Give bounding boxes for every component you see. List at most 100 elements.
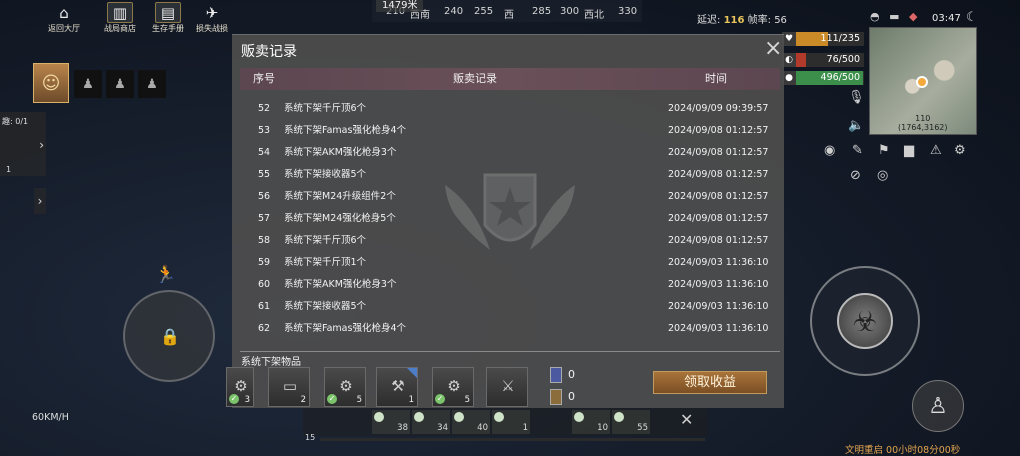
delisted-item-slot[interactable]: ⚔: [486, 367, 528, 407]
expand-arrow-icon: ›: [37, 194, 43, 208]
status-icons: ◓ ▬ ◆: [870, 10, 917, 23]
quest-count: 1: [6, 165, 12, 174]
row-no: 55: [257, 169, 271, 180]
gear-slot-icon: [454, 412, 464, 422]
table-row: 52 系统下架千斤顶6个 2024/09/09 09:39:57: [240, 98, 780, 120]
row-no: 60: [257, 279, 271, 290]
quest-progress: 趣: 0/1: [2, 117, 29, 126]
hotbar-slot[interactable]: 55: [612, 410, 650, 434]
row-record: 系统下架千斤顶1个: [284, 257, 367, 268]
gear-slot-icon: [374, 412, 384, 422]
match-shop-button[interactable]: ▥ 战局商店: [98, 0, 142, 34]
fps-label: 帧率:: [747, 15, 771, 26]
table-row: 58 系统下架千斤顶6个 2024/09/08 01:12:57: [240, 230, 780, 252]
row-record: 系统下架Famas强化枪身4个: [284, 323, 406, 334]
crouch-icon: ♙: [928, 393, 948, 419]
gun-part-icon: ⚒: [391, 377, 405, 395]
wing-icon: ✈: [205, 3, 219, 22]
fps-value: 56: [774, 15, 787, 26]
manual-icon: ▤: [155, 2, 181, 23]
speaker-icon[interactable]: 🔈: [848, 118, 864, 133]
badge-icon: ◆: [909, 10, 918, 23]
row-record: 系统下架AKM强化枪身3个: [284, 279, 397, 290]
hotbar-slot[interactable]: 40: [452, 410, 490, 434]
experience-bar: [320, 438, 705, 441]
food-fill: [796, 53, 806, 67]
sales-record-list[interactable]: 52 系统下架千斤顶6个 2024/09/09 09:39:57 53 系统下架…: [240, 95, 780, 347]
compass-tick: 330: [618, 6, 638, 17]
delisted-item-slot[interactable]: ⚒ 1: [376, 367, 418, 407]
player-avatar[interactable]: ☺: [33, 63, 69, 103]
water-bar: ● 496/500: [782, 71, 864, 85]
health-bar: ♥ 111/235: [782, 32, 864, 46]
row-time: 2024/09/08 01:12:57: [668, 169, 769, 180]
row-no: 53: [257, 125, 271, 136]
crouch-button[interactable]: ♙: [912, 380, 964, 432]
microphone-icon[interactable]: 🎙: [848, 90, 865, 105]
bullet-icon[interactable]: ✎: [852, 143, 863, 158]
flag-icon[interactable]: ⚑: [878, 143, 890, 158]
survival-manual-button[interactable]: ▤ 生存手册: [146, 0, 190, 34]
teammate-slot[interactable]: ♟: [74, 70, 102, 98]
row-time: 2024/09/08 01:12:57: [668, 213, 769, 224]
delisted-items-label: 系统下架物品: [241, 357, 301, 368]
warning-icon[interactable]: ⚠: [930, 143, 942, 158]
row-record: 系统下架Famas强化枪身4个: [284, 125, 406, 136]
row-record: 系统下架M24强化枪身5个: [284, 213, 396, 224]
hotbar-slot[interactable]: 38: [372, 410, 410, 434]
collapse-tab[interactable]: ›: [34, 188, 46, 214]
loss-record-button[interactable]: ✈ 损失战损: [190, 0, 234, 34]
row-record: 系统下架M24升级组件2个: [284, 191, 396, 202]
row-time: 2024/09/03 11:36:10: [668, 257, 769, 268]
latency-label: 延迟:: [697, 15, 721, 26]
column-header-record: 贩卖记录: [453, 72, 497, 85]
delisted-item-slot[interactable]: ⚙ ✓ 3: [226, 367, 254, 407]
close-button[interactable]: ×: [764, 38, 782, 60]
row-time: 2024/09/08 01:12:57: [668, 235, 769, 246]
settings-gear-icon[interactable]: ⚙: [954, 143, 966, 158]
hotbar-slot[interactable]: 1: [492, 410, 530, 434]
health-value: 111/235: [820, 33, 860, 44]
delisted-item-slot[interactable]: ▭ 2: [268, 367, 310, 407]
gun-part-icon: ⚙: [447, 377, 461, 395]
no-ride-icon[interactable]: ⊘: [850, 168, 861, 183]
coin-amount: 0: [568, 390, 575, 403]
back-to-lobby-button[interactable]: ⌂ 返回大厅: [42, 0, 86, 34]
fire-joystick[interactable]: ☣: [810, 266, 920, 376]
location-icon[interactable]: ◎: [877, 168, 888, 183]
tank-icon[interactable]: ▆: [904, 143, 914, 158]
row-record: 系统下架千斤顶6个: [284, 235, 367, 246]
sprint-icon[interactable]: 🏃: [155, 265, 176, 285]
hotbar-slot[interactable]: 10: [572, 410, 610, 434]
delisted-item-slot[interactable]: ⚙ ✓ 5: [324, 367, 366, 407]
move-joystick[interactable]: 🔒: [123, 290, 215, 382]
minimap[interactable]: 110 (1764,3162): [869, 27, 977, 135]
food-bar: ◐ 76/500: [782, 53, 864, 67]
add-teammate-icon: ♟: [114, 76, 126, 92]
crossed-tools-icon[interactable]: ✕: [680, 410, 693, 429]
helmet-icon: ◓: [870, 10, 880, 23]
row-record: 系统下架接收器5个: [284, 301, 367, 312]
survival-manual-label: 生存手册: [152, 24, 184, 33]
table-row: 62 系统下架Famas强化枪身4个 2024/09/03 11:36:10: [240, 318, 780, 340]
latency-value: 116: [723, 15, 745, 26]
teammate-slot[interactable]: ♟: [106, 70, 134, 98]
civilization-restart-timer: 文明重启 00小时08分00秒: [845, 445, 961, 456]
clock: 03:47: [932, 13, 961, 24]
row-time: 2024/09/03 11:36:10: [668, 323, 769, 334]
mask-icon[interactable]: ◉: [824, 143, 835, 158]
delisted-item-slot[interactable]: ⚙ ✓ 5: [432, 367, 474, 407]
row-record: 系统下架AKM强化枪身3个: [284, 147, 397, 158]
quest-tab[interactable]: 趣: 0/1 1 ›: [0, 112, 46, 176]
row-no: 52: [257, 103, 271, 114]
player-level: 15: [305, 433, 316, 442]
teammate-slot[interactable]: ♟: [138, 70, 166, 98]
table-row: 57 系统下架M24强化枪身5个 2024/09/08 01:12:57: [240, 208, 780, 230]
row-no: 61: [257, 301, 271, 312]
compass-tick: 240: [444, 6, 464, 17]
currency-card: 0: [550, 367, 575, 383]
shop-icon: ▥: [107, 2, 133, 23]
hotbar-slot[interactable]: 34: [412, 410, 450, 434]
column-header-time: 时间: [705, 72, 727, 85]
claim-earnings-button[interactable]: 领取收益: [653, 371, 767, 394]
